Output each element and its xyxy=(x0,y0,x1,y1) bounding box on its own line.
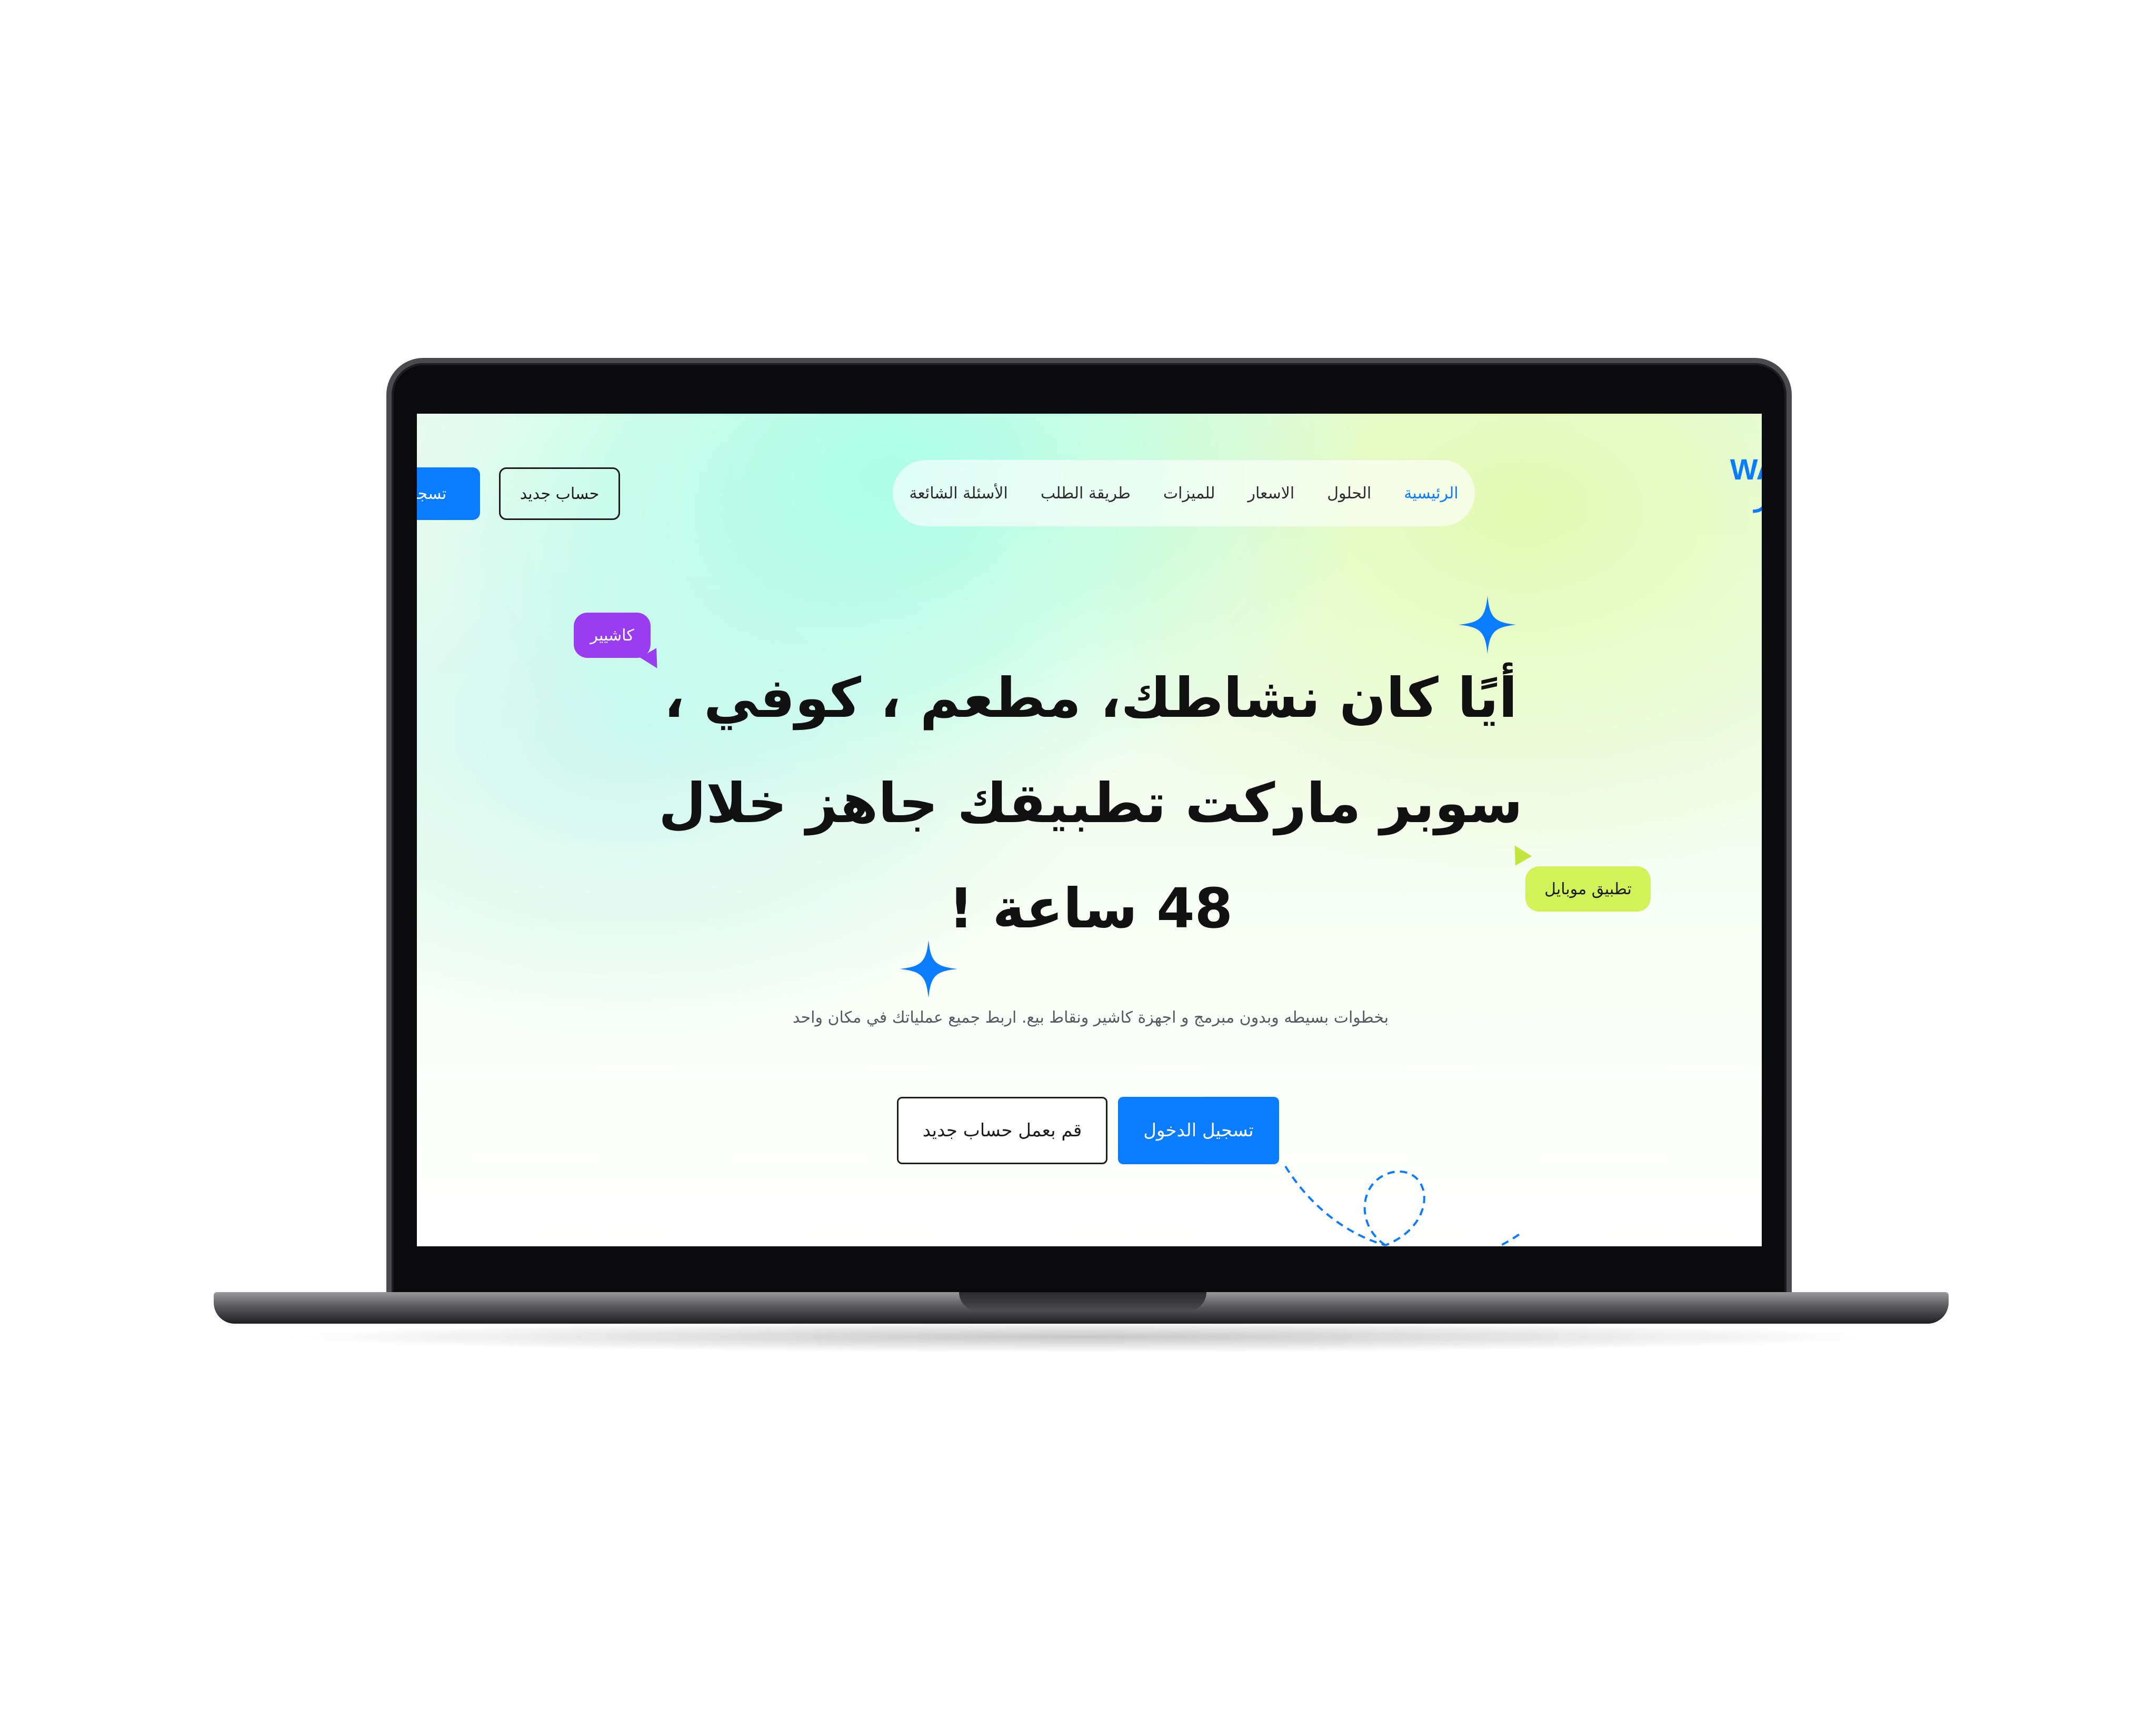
hero-title-line-2: سوبر ماركت تطبيقك جاهز خلال xyxy=(658,771,1523,835)
login-button[interactable]: تسجيل الدخول xyxy=(1118,1097,1279,1164)
hero-title: أيًا كان نشاطك، مطعم ، كوفي ، سوبر ماركت… xyxy=(617,645,1564,961)
nav-item-home[interactable]: الرئيسية xyxy=(1404,484,1458,503)
main-nav: الرئيسية الحلول الاسعار للميزات طريقة ال… xyxy=(893,460,1475,526)
new-account-button[interactable]: حساب جديد xyxy=(499,467,620,520)
dashed-loop-decoration xyxy=(1284,1165,1523,1246)
laptop-base-shadow xyxy=(274,1321,1890,1353)
hero-title-line-3: 48 ساعة ! xyxy=(948,876,1233,941)
logo-text: WA xyxy=(1730,453,1762,486)
create-account-button[interactable]: قم بعمل حساب جديد xyxy=(897,1097,1107,1164)
logo-subtext: ـر xyxy=(1730,483,1762,511)
nav-item-faq[interactable]: الأسئلة الشائعة xyxy=(909,484,1007,503)
hero-title-line-1: أيًا كان نشاطك، مطعم ، كوفي ، xyxy=(664,666,1518,730)
laptop-screen: WA ـر الرئيسية الحلول الاسعار للميزات طر… xyxy=(417,414,1762,1246)
brand-logo[interactable]: WA ـر xyxy=(1730,453,1762,511)
nav-item-how-to-order[interactable]: طريقة الطلب xyxy=(1041,484,1131,503)
nav-item-pricing[interactable]: الاسعار xyxy=(1248,484,1295,503)
register-button[interactable]: تسجيل xyxy=(417,467,480,520)
laptop-notch xyxy=(959,1292,1206,1311)
nav-item-solutions[interactable]: الحلول xyxy=(1327,484,1371,503)
hero-subtitle: بخطوات بسيطه وبدون مبرمج و اجهزة كاشير و… xyxy=(792,1008,1389,1027)
nav-item-features[interactable]: للميزات xyxy=(1163,484,1215,503)
